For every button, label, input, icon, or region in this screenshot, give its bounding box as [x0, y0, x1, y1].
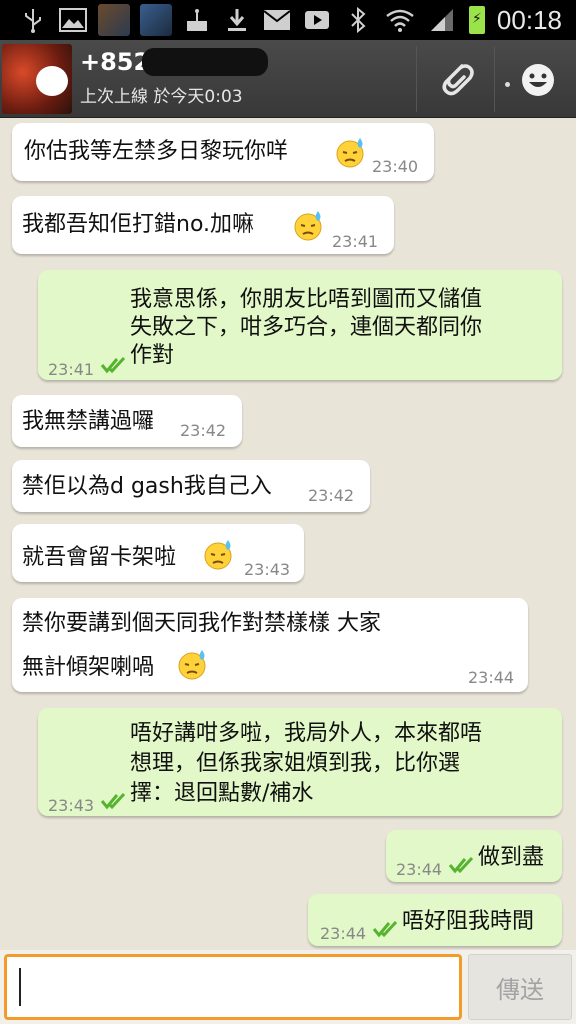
message-text-line: 失敗之下，咁多巧合，連個天都同你 — [130, 315, 483, 340]
message-outgoing[interactable]: 唔好講咁多啦，我局外人，本來都唔 想理，但係我家姐煩到我，比你選 擇：退回點數/… — [38, 708, 562, 816]
message-incoming[interactable]: 你估我等左禁多日黎玩你咩 23:40 — [12, 123, 434, 181]
message-incoming[interactable]: 我無禁講過囉 23:42 — [12, 395, 242, 447]
message-outgoing[interactable]: 23:44 做到盡 — [386, 830, 562, 882]
last-seen-status: 上次上線 於今天0:03 — [80, 87, 243, 107]
contact-avatar[interactable] — [2, 44, 72, 114]
attach-button[interactable] — [432, 58, 480, 102]
download-icon — [222, 5, 252, 35]
status-time: 00:18 — [496, 4, 562, 35]
message-outgoing[interactable]: 23:44 唔好阻我時間 — [308, 894, 562, 946]
message-text-line: 禁你要講到個天同我作對禁樣樣 大家 — [22, 611, 381, 636]
compose-bar: 傳送 — [0, 950, 576, 1024]
mail-icon — [262, 5, 292, 35]
chat-header: +852 上次上線 於今天0:03 — [0, 40, 576, 118]
message-text: 禁佢以為d gash我自己入 — [22, 474, 272, 499]
message-time: 23:44 — [468, 668, 515, 687]
message-time: 23:40 — [372, 157, 419, 176]
message-time: 23:44 — [396, 860, 443, 879]
message-text: 我都吾知佢打錯no.加嘛 — [22, 212, 255, 237]
wifi-icon — [385, 5, 415, 35]
message-incoming[interactable]: 我都吾知佢打錯no.加嘛 23:41 — [12, 196, 394, 254]
image-icon — [58, 5, 88, 35]
status-bar: 00:18 — [0, 0, 576, 40]
emoji-icon — [522, 64, 554, 96]
emoji-button[interactable] — [520, 62, 556, 98]
message-incoming[interactable]: 禁你要講到個天同我作對禁樣樣 大家 無計傾架喇喎 23:44 — [12, 598, 528, 692]
message-text-line: 作對 — [130, 343, 175, 368]
contact-name[interactable]: +852 — [80, 48, 150, 76]
message-text-line: 唔好講咁多啦，我局外人，本來都唔 — [130, 721, 483, 746]
message-text-line: 無計傾架喇喎 — [22, 655, 155, 680]
play-icon — [302, 5, 332, 35]
sweat-emoji-icon — [204, 540, 232, 570]
attach-icon — [442, 64, 474, 96]
message-text: 做到盡 — [478, 845, 545, 870]
overflow-menu-icon[interactable] — [505, 82, 510, 87]
message-text: 就吾會留卡架啦 — [22, 545, 177, 570]
text-cursor — [19, 968, 21, 1006]
message-incoming[interactable]: 禁佢以為d gash我自己入 23:42 — [12, 460, 370, 512]
message-input[interactable] — [4, 954, 462, 1020]
message-incoming[interactable]: 就吾會留卡架啦 23:43 — [12, 524, 304, 582]
message-time: 23:43 — [48, 796, 95, 815]
system-icons: 00:18 — [343, 4, 562, 36]
sweat-emoji-icon — [178, 650, 206, 680]
game-thumbnail-2 — [140, 4, 172, 36]
message-text-line: 擇：退回點數/補水 — [130, 781, 314, 806]
notification-icons — [18, 4, 332, 36]
message-time: 23:44 — [320, 924, 367, 943]
send-button[interactable]: 傳送 — [468, 954, 572, 1020]
name-redaction — [142, 48, 268, 76]
usb-icon — [18, 5, 48, 35]
message-time: 23:43 — [244, 560, 291, 579]
message-time: 23:41 — [332, 232, 379, 251]
message-time: 23:42 — [180, 421, 227, 440]
signal-icon — [427, 5, 457, 35]
header-divider — [416, 46, 417, 112]
avatar-sticker — [36, 66, 68, 96]
message-outgoing[interactable]: 我意思係，你朋友比唔到圖而又儲值 失敗之下，咁多巧合，連個天都同你 作對 23:… — [38, 270, 562, 380]
message-text: 我無禁講過囉 — [22, 409, 155, 434]
message-time: 23:42 — [308, 486, 355, 505]
header-divider — [494, 46, 495, 112]
bluetooth-icon — [343, 5, 373, 35]
sweat-emoji-icon — [294, 211, 322, 241]
battery-charging-icon — [468, 6, 485, 34]
message-time: 23:41 — [48, 360, 95, 379]
message-text: 你估我等左禁多日黎玩你咩 — [24, 139, 289, 164]
read-check-icon — [372, 920, 398, 938]
read-check-icon — [448, 856, 474, 874]
read-check-icon — [100, 356, 126, 374]
read-check-icon — [100, 792, 126, 810]
sweat-emoji-icon — [336, 138, 364, 168]
cake-icon — [182, 5, 212, 35]
game-thumbnail-1 — [98, 4, 130, 36]
message-text: 唔好阻我時間 — [402, 909, 535, 934]
message-text-line: 想理，但係我家姐煩到我，比你選 — [130, 751, 461, 776]
